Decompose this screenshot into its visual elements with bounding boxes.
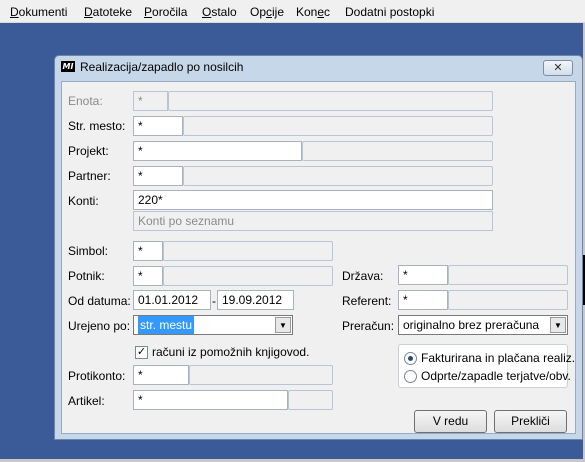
referent-field[interactable]: *	[398, 290, 448, 310]
urejeno-po-value: str. mestu	[138, 316, 195, 334]
date-separator: -	[212, 294, 216, 308]
str-mesto-description	[183, 116, 493, 136]
potnik-description	[163, 266, 333, 286]
konti-label: Konti:	[68, 194, 99, 208]
protikonto-field[interactable]: *	[133, 365, 189, 385]
projekt-label: Projekt:	[68, 144, 109, 158]
dialog-client-area: Enota: * Str. mesto: * Projekt: * Partne…	[61, 81, 576, 434]
od-datuma-label: Od datuma:	[68, 294, 131, 308]
radio-odprte-label[interactable]: Odprte/zapadle terjatve/obv.	[421, 369, 571, 383]
menu-opcije[interactable]: Opcije	[250, 5, 284, 19]
konti-hint: Konti po seznamu	[133, 211, 493, 231]
enota-field: *	[133, 91, 168, 111]
protikonto-label: Protikonto:	[68, 369, 126, 383]
radio-fakturirana-label[interactable]: Fakturirana in plačana realiz.	[421, 351, 575, 365]
menu-ostalo[interactable]: Ostalo	[202, 5, 237, 19]
artikel-description	[288, 390, 333, 410]
simbol-field[interactable]: *	[133, 241, 163, 261]
menu-bar: Dokumenti Datoteke Poročila Ostalo Opcij…	[0, 0, 585, 23]
realizacija-dialog: MI Realizacija/zapadlo po nosilcih ✕ Eno…	[54, 55, 583, 440]
chevron-down-icon[interactable]: ▼	[550, 317, 566, 333]
date-from-field[interactable]: 01.01.2012	[133, 290, 211, 310]
enota-label: Enota:	[68, 94, 103, 108]
app-logo-icon: MI	[61, 61, 75, 72]
menu-dodatni-postopki[interactable]: Dodatni postopki	[345, 5, 434, 19]
date-to-field[interactable]: 19.09.2012	[217, 290, 294, 310]
menu-datoteke[interactable]: Datoteke	[84, 5, 132, 19]
cancel-button[interactable]: Prekliči	[494, 410, 567, 433]
urejeno-po-label: Urejeno po:	[68, 319, 131, 333]
enota-description	[168, 91, 493, 111]
dialog-titlebar[interactable]: MI Realizacija/zapadlo po nosilcih ✕	[55, 56, 582, 80]
protikonto-description	[189, 365, 333, 385]
projekt-field[interactable]: *	[133, 141, 302, 161]
preracun-label: Preračun:	[342, 319, 395, 333]
drzava-field[interactable]: *	[398, 265, 448, 285]
menu-dokumenti[interactable]: Dokumenti	[10, 5, 67, 19]
preracun-select[interactable]: originalno brez preračuna ▼	[398, 315, 568, 335]
potnik-field[interactable]: *	[133, 266, 163, 286]
simbol-label: Simbol:	[68, 244, 109, 258]
racuni-pomoznih-checkbox[interactable]: ✓	[135, 346, 148, 359]
drzava-description	[448, 265, 568, 285]
str-mesto-field[interactable]: *	[133, 116, 183, 136]
close-button[interactable]: ✕	[543, 60, 573, 76]
racuni-pomoznih-label: računi iz pomožnih knjigovod.	[152, 345, 310, 359]
projekt-description	[302, 141, 493, 161]
drzava-label: Država:	[342, 269, 384, 283]
simbol-description	[163, 241, 333, 261]
referent-description	[448, 290, 568, 310]
referent-label: Referent:	[342, 294, 392, 308]
radio-fakturirana[interactable]	[404, 352, 417, 365]
radio-odprte[interactable]	[404, 370, 417, 383]
potnik-label: Potnik:	[68, 269, 105, 283]
chevron-down-icon[interactable]: ▼	[275, 317, 291, 333]
str-mesto-label: Str. mesto:	[68, 119, 126, 133]
artikel-field[interactable]: *	[133, 390, 288, 410]
close-icon: ✕	[553, 62, 563, 74]
partner-label: Partner:	[68, 169, 111, 183]
menu-konec[interactable]: Konec	[296, 5, 330, 19]
report-type-group: Fakturirana in plačana realiz. Odprte/za…	[398, 344, 575, 388]
partner-description	[183, 166, 493, 186]
dialog-title: Realizacija/zapadlo po nosilcih	[80, 60, 244, 74]
ok-button[interactable]: V redu	[414, 410, 487, 433]
urejeno-po-select[interactable]: str. mestu ▼	[133, 315, 293, 335]
konti-field[interactable]: 220*	[133, 190, 493, 210]
menu-porocila[interactable]: Poročila	[144, 5, 187, 19]
artikel-label: Artikel:	[68, 394, 105, 408]
partner-field[interactable]: *	[133, 166, 183, 186]
preracun-value: originalno brez preračuna	[403, 318, 540, 332]
